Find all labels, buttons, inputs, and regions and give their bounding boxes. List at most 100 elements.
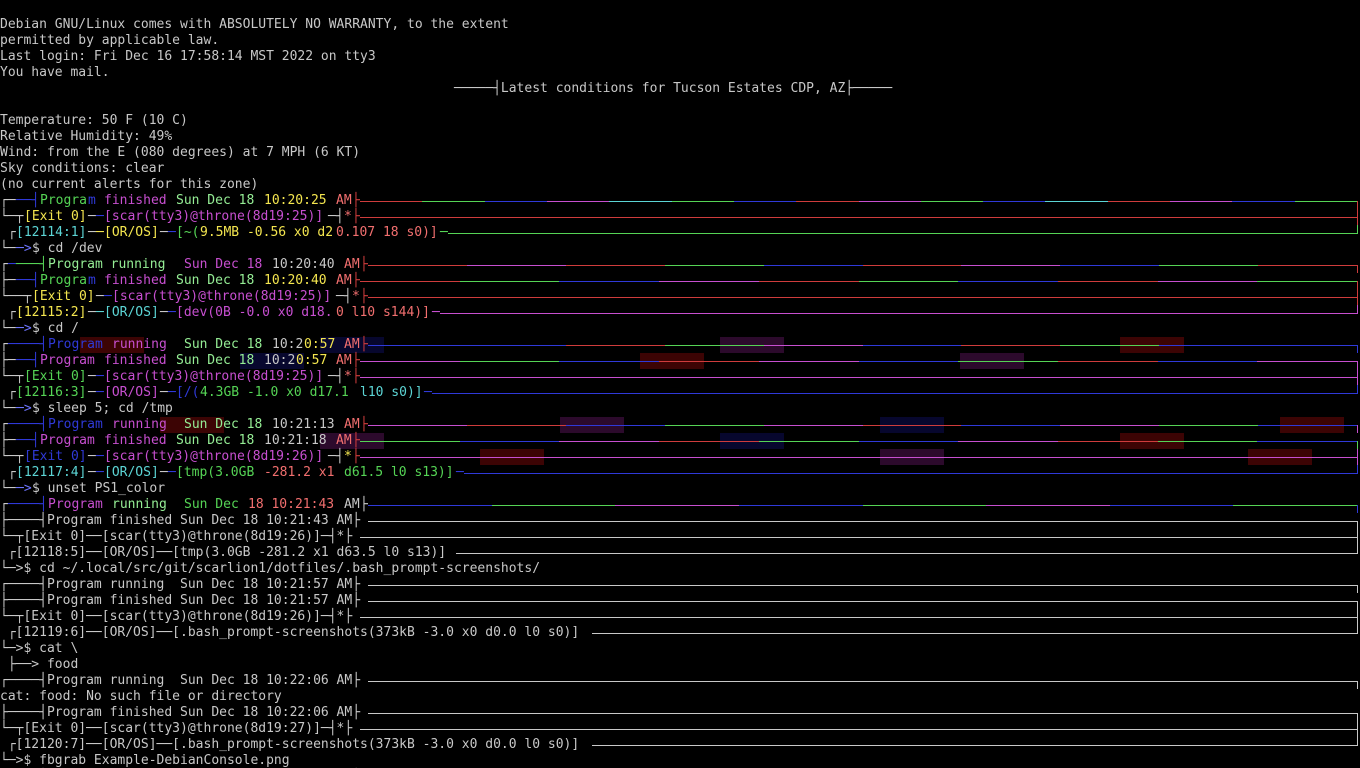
console-text: ├ xyxy=(352,433,360,448)
console-text: * xyxy=(344,369,352,384)
console-line: └─┬ [Exit 0] ─ ─ [scar(tty3)@throne(8d19:25)… xyxy=(0,369,1360,385)
rule-line xyxy=(1258,345,1358,346)
console-text: Program xyxy=(48,417,111,432)
console-text: $ cd /dev xyxy=(32,241,103,256)
rule-line xyxy=(565,345,666,346)
console-text: 10:2 xyxy=(264,353,296,368)
console-text: Sun Dec 18 xyxy=(184,337,271,352)
console-text: ───┤ xyxy=(16,337,48,352)
console-line: └─>$ cd ~/.local/src/git/scarlion1/dotfi… xyxy=(0,561,1360,577)
console-text: AM xyxy=(336,193,352,208)
console-line: Debian GNU/Linux comes with ABSOLUTELY N… xyxy=(0,17,1360,33)
console-text: ─ xyxy=(96,385,104,400)
console-text: ─> xyxy=(16,321,32,336)
rule-end xyxy=(1357,713,1358,721)
rule-line xyxy=(484,201,548,202)
console-screen[interactable]: { "palette": { "w": "#c8c8c8", "b": "#2f… xyxy=(0,0,1360,768)
console-text: (no current alerts for this zone) xyxy=(0,177,259,192)
console-text: Sun Dec 18 xyxy=(176,433,263,448)
rule-line xyxy=(440,313,1357,314)
console-text: └─>$ fbgrab Example-DebianConsole.png xyxy=(0,753,290,768)
console-text: ┌─ xyxy=(0,193,16,208)
console-text: Program xyxy=(40,433,103,448)
rule-line xyxy=(1257,361,1358,362)
console-text: ┌ xyxy=(0,337,8,352)
console-text: ──┤ xyxy=(16,273,40,288)
console-text: ─ xyxy=(160,225,168,240)
console-line: ┌ [12115:2] ─ ─ [OR/OS] ─ ─ [dev(0B -0.0 x0 d18… xyxy=(0,305,1360,321)
rule-line xyxy=(1159,345,1260,346)
console-text: ├ xyxy=(360,289,368,304)
rule-end xyxy=(1357,441,1358,449)
console-line: Temperature: 50 F (10 C) xyxy=(0,113,1360,129)
rule-line xyxy=(592,745,1357,746)
console-text: ├ xyxy=(352,353,360,368)
console-text: m xyxy=(88,193,104,208)
console-text: running xyxy=(112,417,183,432)
console-line: Wind: from the E (080 degrees) at 7 MPH … xyxy=(0,145,1360,161)
console-text: ─> xyxy=(16,241,32,256)
console-text: ─┤ xyxy=(328,449,344,464)
console-text: finished xyxy=(104,353,175,368)
console-text: ─ xyxy=(96,465,104,480)
console-text: Relative Humidity: 49% xyxy=(0,129,173,144)
console-text: ─ xyxy=(88,465,96,480)
console-text: ─ xyxy=(88,209,96,224)
console-text: ├ xyxy=(360,497,368,512)
console-text: ├─ xyxy=(0,273,16,288)
console-text: └─>$ cat \ xyxy=(0,641,79,656)
rule-end xyxy=(1357,265,1358,273)
console-text: Progra xyxy=(40,273,87,288)
console-line: permitted by applicable law. xyxy=(0,33,1360,49)
rule-end xyxy=(1357,225,1358,234)
console-text: ─ xyxy=(8,337,16,352)
console-text: ─ xyxy=(160,465,168,480)
console-text: running xyxy=(112,497,183,512)
rule-end xyxy=(1357,345,1358,353)
rule-end xyxy=(1357,201,1358,209)
rule-end xyxy=(1357,385,1358,394)
console-text: ─ xyxy=(96,289,104,304)
rule-line xyxy=(1057,361,1159,362)
console-line: └─┬[Exit 0]──[scar(tty3)@throne(8d19:26)… xyxy=(0,609,1360,625)
console-text: ├ xyxy=(352,369,360,384)
rule-end xyxy=(1357,585,1358,593)
rule-line xyxy=(983,201,1047,202)
rule-line xyxy=(368,601,1358,602)
rule-line xyxy=(360,361,461,362)
console-line: ┌────┤Program running Sun Dec 18 10:21:5… xyxy=(0,577,1360,593)
console-text: ├ xyxy=(352,193,360,208)
console-text: ──┤ xyxy=(16,193,40,208)
rule-line xyxy=(1232,201,1296,202)
console-text: Sun Dec 18 xyxy=(176,193,263,208)
console-text: finished xyxy=(104,273,175,288)
console-text: ─ xyxy=(88,369,96,384)
rule-end xyxy=(1357,505,1358,513)
rule-line xyxy=(1057,281,1159,282)
console-text: [12115:2] xyxy=(16,305,87,320)
console-line: └─┬[Exit 0]──[scar(tty3)@throne(8d19:26)… xyxy=(0,449,1360,465)
rule-line xyxy=(360,617,1357,618)
console-text: ┌ xyxy=(0,385,16,400)
console-text: * xyxy=(344,449,352,464)
rule-line xyxy=(664,265,765,266)
rule-line xyxy=(1157,441,1259,442)
console-text: [scar(tty3)@throne(8d19:25)] xyxy=(104,369,324,384)
rule-end xyxy=(1357,601,1358,609)
rule-line xyxy=(609,201,673,202)
rule-line xyxy=(664,345,765,346)
console-line: ─────┤Latest conditions for Tucson Estat… xyxy=(0,81,1360,97)
rule-line xyxy=(459,441,561,442)
console-text: [12116:3] xyxy=(16,385,87,400)
console-text: └─┬ xyxy=(0,369,24,384)
console-line: ┌[12120:7]──[OR/OS]──[.bash_prompt-scree… xyxy=(0,737,1360,753)
rule-line xyxy=(1170,201,1234,202)
console-text: └─ xyxy=(0,321,16,336)
rule-line xyxy=(758,361,860,362)
rule-end xyxy=(1357,425,1358,433)
console-text: ─ xyxy=(96,305,104,320)
console-text: ─ xyxy=(160,385,168,400)
console-text: 0 l10 s144)] xyxy=(336,305,430,320)
rule-line xyxy=(659,361,760,362)
console-text: ─────┤Latest conditions for Tucson Estat… xyxy=(0,81,893,96)
